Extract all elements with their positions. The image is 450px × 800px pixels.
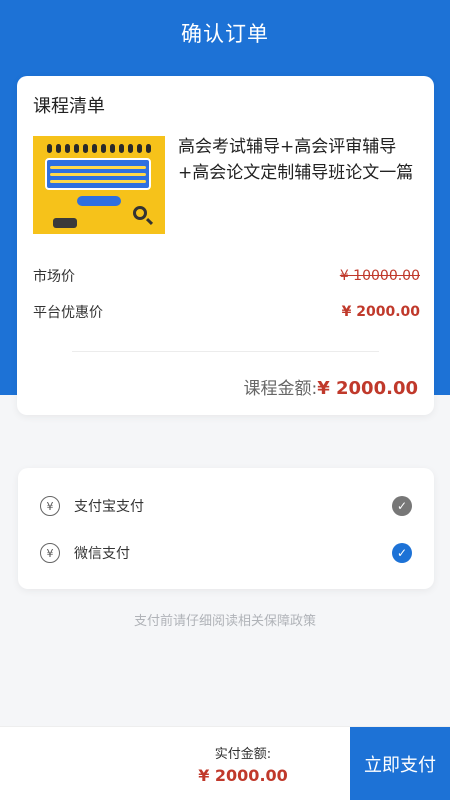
page-title: 确认订单 <box>181 22 269 46</box>
checkout-footer: 实付金额: ¥ 2000.00 立即支付 <box>0 726 450 800</box>
divider <box>72 351 379 352</box>
payment-option-label: 支付宝支付 <box>74 499 144 515</box>
section-title: 课程清单 <box>33 96 105 117</box>
market-price-row: 市场价 ¥ 10000.00 <box>33 266 420 286</box>
course-thumbnail[interactable] <box>33 136 165 234</box>
thumbnail-tag <box>53 218 77 228</box>
check-circle-icon[interactable]: ✓ <box>392 543 412 563</box>
payment-option-label: 微信支付 <box>74 546 130 562</box>
course-total-row: 课程金额: ¥ 2000.00 <box>243 374 418 399</box>
thumbnail-rings <box>47 144 151 154</box>
payable-summary: 实付金额: ¥ 2000.00 <box>150 727 336 800</box>
check-circle-icon[interactable]: ✓ <box>392 496 412 516</box>
payable-label: 实付金额: <box>214 747 272 762</box>
policy-notice[interactable]: 支付前请仔细阅读相关保障政策 <box>0 610 450 629</box>
course-total-amount: ¥ 2000.00 <box>317 378 418 399</box>
course-total-label: 课程金额: <box>243 379 318 399</box>
market-price-label: 市场价 <box>33 269 75 285</box>
thumbnail-pill <box>77 196 121 206</box>
thumbnail-banner <box>45 158 151 190</box>
course-name: 高会考试辅导+高会评审辅导+高会论文定制辅导班论文一篇 <box>178 137 414 183</box>
market-price-value: ¥ 10000.00 <box>339 268 420 284</box>
header-bar: 确认订单 <box>0 0 450 66</box>
pay-now-button[interactable]: 立即支付 <box>350 727 450 800</box>
course-list-card: 课程清单 高会考试辅导+高会评审辅导+高会论文定制辅导班论文一篇 市场价 ¥ 1… <box>17 76 434 415</box>
payment-method-card: ¥ 支付宝支付 ✓ ¥ 微信支付 ✓ <box>18 468 434 589</box>
magnifier-icon <box>133 206 147 220</box>
platform-price-row: 平台优惠价 ¥ 2000.00 <box>33 302 420 322</box>
platform-price-value: ¥ 2000.00 <box>341 304 420 320</box>
payment-option-wechat[interactable]: ¥ 微信支付 ✓ <box>18 529 434 577</box>
payable-amount: ¥ 2000.00 <box>198 766 288 785</box>
yen-circle-icon: ¥ <box>40 543 60 563</box>
payment-option-alipay[interactable]: ¥ 支付宝支付 ✓ <box>18 482 434 530</box>
yen-circle-icon: ¥ <box>40 496 60 516</box>
platform-price-label: 平台优惠价 <box>33 305 103 321</box>
